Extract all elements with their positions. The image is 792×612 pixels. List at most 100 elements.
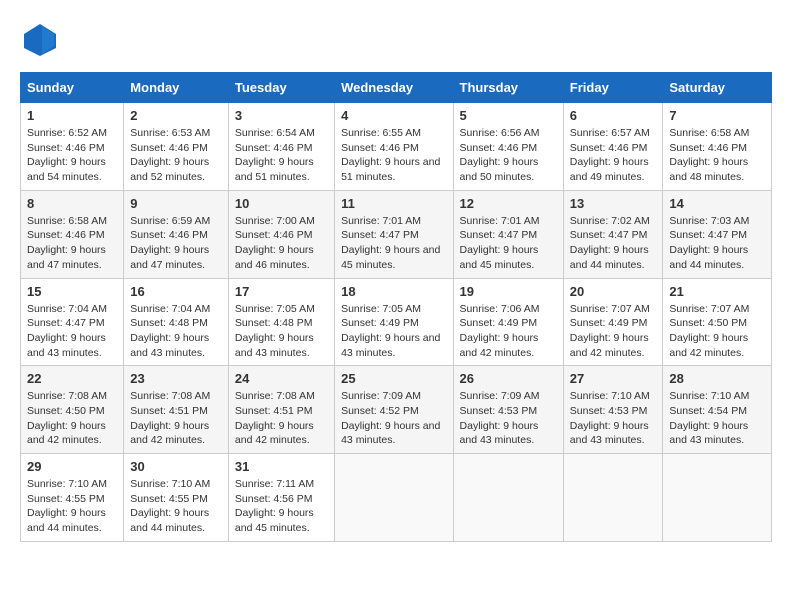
cell-content: Sunrise: 6:54 AM Sunset: 4:46 PM Dayligh… (235, 126, 328, 185)
daylight-label: Daylight: 9 hours and 42 minutes. (669, 332, 748, 359)
sunrise-label: Sunrise: 7:07 AM (669, 303, 749, 315)
calendar-cell: 20 Sunrise: 7:07 AM Sunset: 4:49 PM Dayl… (563, 278, 663, 366)
cell-content: Sunrise: 7:08 AM Sunset: 4:51 PM Dayligh… (235, 389, 328, 448)
weekday-header: Wednesday (335, 73, 453, 103)
daylight-label: Daylight: 9 hours and 47 minutes. (130, 244, 209, 271)
day-number: 30 (130, 459, 222, 474)
cell-content: Sunrise: 7:04 AM Sunset: 4:47 PM Dayligh… (27, 302, 117, 361)
weekday-header: Thursday (453, 73, 563, 103)
daylight-label: Daylight: 9 hours and 44 minutes. (669, 244, 748, 271)
sunrise-label: Sunrise: 7:00 AM (235, 215, 315, 227)
day-number: 19 (460, 284, 557, 299)
cell-content: Sunrise: 7:07 AM Sunset: 4:50 PM Dayligh… (669, 302, 765, 361)
calendar-week-row: 1 Sunrise: 6:52 AM Sunset: 4:46 PM Dayli… (21, 103, 772, 191)
sunset-label: Sunset: 4:55 PM (27, 493, 105, 505)
daylight-label: Daylight: 9 hours and 42 minutes. (27, 420, 106, 447)
daylight-label: Daylight: 9 hours and 44 minutes. (570, 244, 649, 271)
calendar-cell: 25 Sunrise: 7:09 AM Sunset: 4:52 PM Dayl… (335, 366, 453, 454)
daylight-label: Daylight: 9 hours and 46 minutes. (235, 244, 314, 271)
calendar-header: SundayMondayTuesdayWednesdayThursdayFrid… (21, 73, 772, 103)
sunset-label: Sunset: 4:46 PM (235, 229, 313, 241)
cell-content: Sunrise: 7:10 AM Sunset: 4:54 PM Dayligh… (669, 389, 765, 448)
sunrise-label: Sunrise: 7:05 AM (341, 303, 421, 315)
sunrise-label: Sunrise: 6:55 AM (341, 127, 421, 139)
weekday-header: Saturday (663, 73, 772, 103)
calendar-week-row: 29 Sunrise: 7:10 AM Sunset: 4:55 PM Dayl… (21, 454, 772, 542)
daylight-label: Daylight: 9 hours and 51 minutes. (341, 156, 440, 183)
daylight-label: Daylight: 9 hours and 45 minutes. (235, 507, 314, 534)
calendar-cell: 4 Sunrise: 6:55 AM Sunset: 4:46 PM Dayli… (335, 103, 453, 191)
sunset-label: Sunset: 4:55 PM (130, 493, 208, 505)
day-number: 29 (27, 459, 117, 474)
calendar-cell: 27 Sunrise: 7:10 AM Sunset: 4:53 PM Dayl… (563, 366, 663, 454)
calendar-cell: 3 Sunrise: 6:54 AM Sunset: 4:46 PM Dayli… (228, 103, 334, 191)
calendar-cell: 22 Sunrise: 7:08 AM Sunset: 4:50 PM Dayl… (21, 366, 124, 454)
sunrise-label: Sunrise: 6:53 AM (130, 127, 210, 139)
daylight-label: Daylight: 9 hours and 49 minutes. (570, 156, 649, 183)
sunset-label: Sunset: 4:46 PM (27, 229, 105, 241)
sunset-label: Sunset: 4:46 PM (570, 142, 648, 154)
daylight-label: Daylight: 9 hours and 43 minutes. (341, 332, 440, 359)
day-number: 20 (570, 284, 657, 299)
sunset-label: Sunset: 4:48 PM (235, 317, 313, 329)
cell-content: Sunrise: 7:05 AM Sunset: 4:48 PM Dayligh… (235, 302, 328, 361)
cell-content: Sunrise: 6:53 AM Sunset: 4:46 PM Dayligh… (130, 126, 222, 185)
calendar-cell: 6 Sunrise: 6:57 AM Sunset: 4:46 PM Dayli… (563, 103, 663, 191)
cell-content: Sunrise: 7:01 AM Sunset: 4:47 PM Dayligh… (341, 214, 446, 273)
daylight-label: Daylight: 9 hours and 45 minutes. (341, 244, 440, 271)
daylight-label: Daylight: 9 hours and 43 minutes. (27, 332, 106, 359)
calendar-week-row: 8 Sunrise: 6:58 AM Sunset: 4:46 PM Dayli… (21, 190, 772, 278)
calendar-cell: 29 Sunrise: 7:10 AM Sunset: 4:55 PM Dayl… (21, 454, 124, 542)
sunrise-label: Sunrise: 7:04 AM (130, 303, 210, 315)
daylight-label: Daylight: 9 hours and 48 minutes. (669, 156, 748, 183)
daylight-label: Daylight: 9 hours and 52 minutes. (130, 156, 209, 183)
day-number: 23 (130, 371, 222, 386)
cell-content: Sunrise: 7:08 AM Sunset: 4:51 PM Dayligh… (130, 389, 222, 448)
logo-icon (20, 20, 56, 56)
sunrise-label: Sunrise: 7:10 AM (130, 478, 210, 490)
day-number: 4 (341, 108, 446, 123)
cell-content: Sunrise: 7:08 AM Sunset: 4:50 PM Dayligh… (27, 389, 117, 448)
calendar-cell: 16 Sunrise: 7:04 AM Sunset: 4:48 PM Dayl… (124, 278, 229, 366)
cell-content: Sunrise: 7:05 AM Sunset: 4:49 PM Dayligh… (341, 302, 446, 361)
cell-content: Sunrise: 7:06 AM Sunset: 4:49 PM Dayligh… (460, 302, 557, 361)
day-number: 8 (27, 196, 117, 211)
calendar-cell: 30 Sunrise: 7:10 AM Sunset: 4:55 PM Dayl… (124, 454, 229, 542)
day-number: 12 (460, 196, 557, 211)
sunrise-label: Sunrise: 6:58 AM (669, 127, 749, 139)
calendar-cell (563, 454, 663, 542)
sunrise-label: Sunrise: 7:10 AM (570, 390, 650, 402)
sunset-label: Sunset: 4:52 PM (341, 405, 419, 417)
logo (20, 20, 60, 56)
daylight-label: Daylight: 9 hours and 54 minutes. (27, 156, 106, 183)
sunset-label: Sunset: 4:49 PM (460, 317, 538, 329)
calendar-cell (453, 454, 563, 542)
sunrise-label: Sunrise: 7:04 AM (27, 303, 107, 315)
calendar-cell: 8 Sunrise: 6:58 AM Sunset: 4:46 PM Dayli… (21, 190, 124, 278)
day-number: 13 (570, 196, 657, 211)
day-number: 17 (235, 284, 328, 299)
daylight-label: Daylight: 9 hours and 50 minutes. (460, 156, 539, 183)
daylight-label: Daylight: 9 hours and 43 minutes. (669, 420, 748, 447)
calendar-week-row: 22 Sunrise: 7:08 AM Sunset: 4:50 PM Dayl… (21, 366, 772, 454)
cell-content: Sunrise: 6:56 AM Sunset: 4:46 PM Dayligh… (460, 126, 557, 185)
sunset-label: Sunset: 4:47 PM (27, 317, 105, 329)
daylight-label: Daylight: 9 hours and 43 minutes. (570, 420, 649, 447)
cell-content: Sunrise: 7:03 AM Sunset: 4:47 PM Dayligh… (669, 214, 765, 273)
day-number: 25 (341, 371, 446, 386)
calendar-cell: 26 Sunrise: 7:09 AM Sunset: 4:53 PM Dayl… (453, 366, 563, 454)
sunrise-label: Sunrise: 6:58 AM (27, 215, 107, 227)
cell-content: Sunrise: 7:11 AM Sunset: 4:56 PM Dayligh… (235, 477, 328, 536)
calendar-cell: 14 Sunrise: 7:03 AM Sunset: 4:47 PM Dayl… (663, 190, 772, 278)
page-header (20, 20, 772, 56)
daylight-label: Daylight: 9 hours and 43 minutes. (130, 332, 209, 359)
cell-content: Sunrise: 7:04 AM Sunset: 4:48 PM Dayligh… (130, 302, 222, 361)
sunrise-label: Sunrise: 7:08 AM (235, 390, 315, 402)
calendar-week-row: 15 Sunrise: 7:04 AM Sunset: 4:47 PM Dayl… (21, 278, 772, 366)
calendar-cell: 28 Sunrise: 7:10 AM Sunset: 4:54 PM Dayl… (663, 366, 772, 454)
sunrise-label: Sunrise: 7:09 AM (341, 390, 421, 402)
sunrise-label: Sunrise: 7:02 AM (570, 215, 650, 227)
calendar-cell: 18 Sunrise: 7:05 AM Sunset: 4:49 PM Dayl… (335, 278, 453, 366)
sunrise-label: Sunrise: 7:09 AM (460, 390, 540, 402)
sunset-label: Sunset: 4:46 PM (669, 142, 747, 154)
